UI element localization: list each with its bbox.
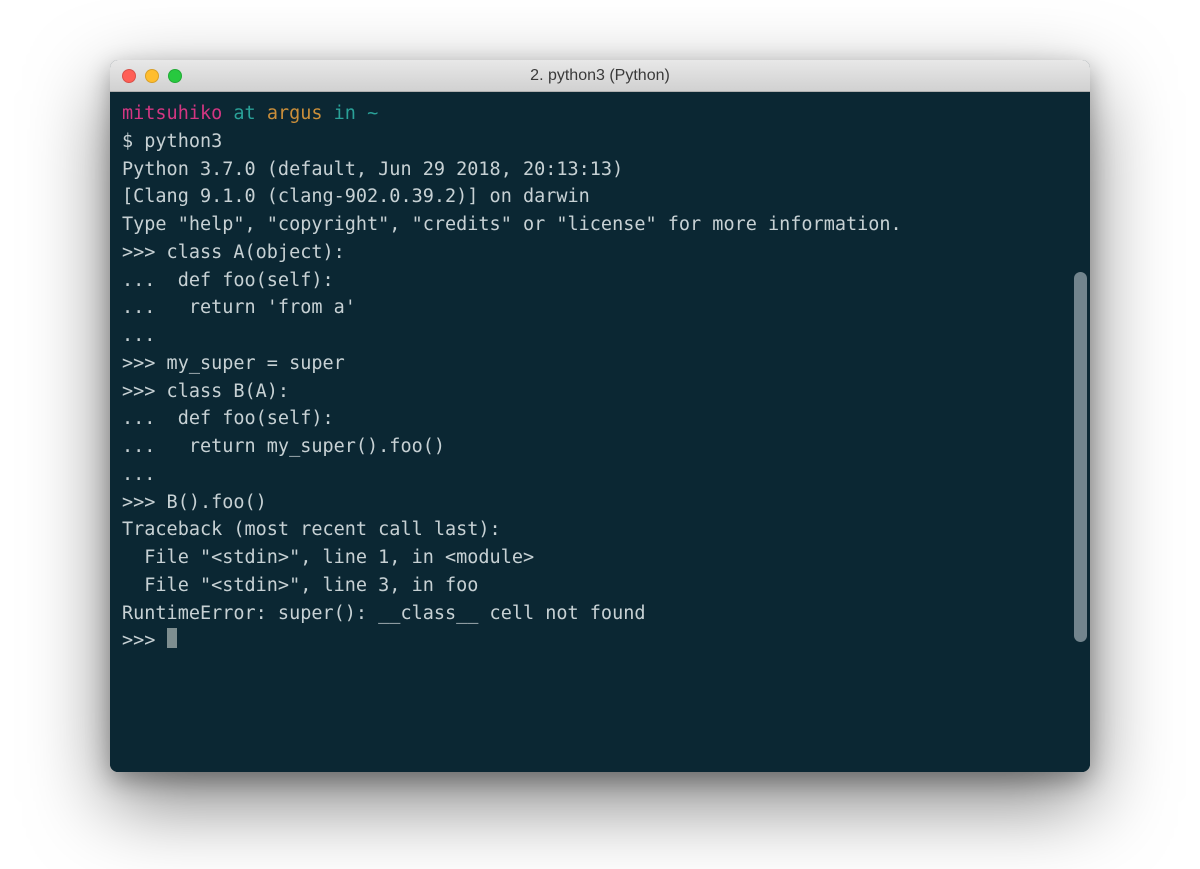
prompt-user: mitsuhiko xyxy=(122,103,222,124)
title-bar[interactable]: 2. python3 (Python) xyxy=(110,60,1090,92)
banner-line-2: [Clang 9.1.0 (clang-902.0.39.2)] on darw… xyxy=(122,186,590,207)
shell-command: python3 xyxy=(144,131,222,152)
banner-line-1: Python 3.7.0 (default, Jun 29 2018, 20:1… xyxy=(122,159,623,180)
repl-line: ... return my_super().foo() xyxy=(122,436,445,457)
shell-dollar: $ xyxy=(122,131,144,152)
repl-line: ... def foo(self): xyxy=(122,408,334,429)
repl-line: >>> B().foo() xyxy=(122,492,267,513)
terminal-body[interactable]: mitsuhiko at argus in ~ $ python3 Python… xyxy=(110,92,1090,772)
prompt-at: at xyxy=(222,103,267,124)
repl-line: ... return 'from a' xyxy=(122,297,356,318)
repl-line: >>> class A(object): xyxy=(122,242,345,263)
minimize-icon[interactable] xyxy=(145,69,159,83)
terminal-window: 2. python3 (Python) mitsuhiko at argus i… xyxy=(110,60,1090,772)
close-icon[interactable] xyxy=(122,69,136,83)
scrollbar-track[interactable] xyxy=(1074,122,1088,622)
fullscreen-icon[interactable] xyxy=(168,69,182,83)
prompt-in: in xyxy=(323,103,368,124)
traceback-line: File "<stdin>", line 3, in foo xyxy=(122,575,478,596)
repl-line: ... xyxy=(122,325,155,346)
prompt-host: argus xyxy=(267,103,323,124)
traceback-line: Traceback (most recent call last): xyxy=(122,519,501,540)
traceback-line: RuntimeError: super(): __class__ cell no… xyxy=(122,603,645,624)
banner-line-3: Type "help", "copyright", "credits" or "… xyxy=(122,214,902,235)
repl-prompt: >>> xyxy=(122,630,167,651)
repl-line: >>> my_super = super xyxy=(122,353,345,374)
scrollbar-thumb[interactable] xyxy=(1074,272,1087,642)
prompt-dir: ~ xyxy=(367,103,378,124)
terminal-content: mitsuhiko at argus in ~ $ python3 Python… xyxy=(122,100,1082,655)
cursor-icon xyxy=(167,628,177,648)
traffic-lights xyxy=(110,69,182,83)
window-title: 2. python3 (Python) xyxy=(110,67,1090,85)
repl-line: ... def foo(self): xyxy=(122,270,334,291)
repl-line: ... xyxy=(122,464,155,485)
traceback-line: File "<stdin>", line 1, in <module> xyxy=(122,547,534,568)
repl-line: >>> class B(A): xyxy=(122,381,289,402)
